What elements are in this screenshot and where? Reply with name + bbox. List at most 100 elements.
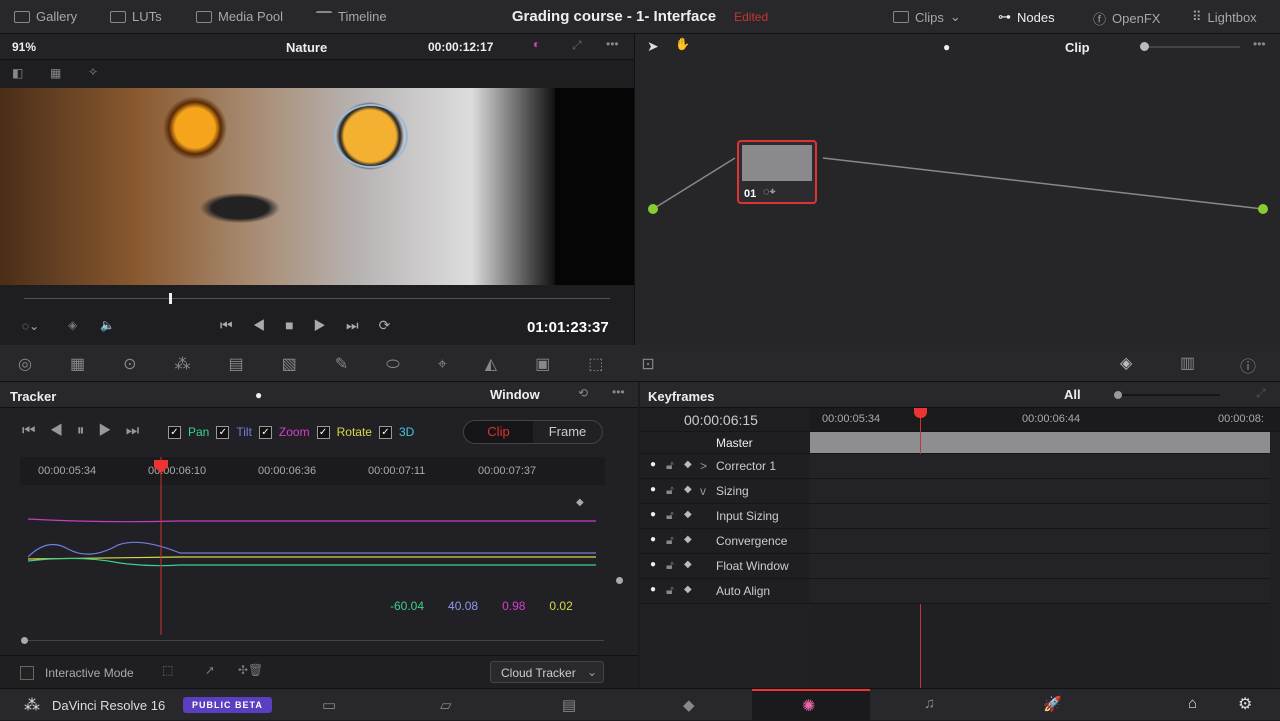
keyframe-diamond-icon[interactable]: ◆ <box>684 459 692 470</box>
color-page-button[interactable]: ✺ <box>752 689 870 721</box>
master-row[interactable]: Master <box>640 432 810 454</box>
nodes-button[interactable]: ⊶ Nodes <box>998 9 1055 25</box>
cloud-tracker-select[interactable]: Cloud Tracker ⌄ <box>490 661 604 683</box>
transport-controls[interactable]: ⏮◀■▶⏭⟳ <box>220 317 410 334</box>
track-transport[interactable]: ⏮◀⏸▶⏭ <box>22 422 153 439</box>
expand-chevron-icon[interactable]: > <box>700 459 707 473</box>
tracker-mode-select[interactable]: Window <box>490 387 540 402</box>
top-bar: Gallery LUTs Media Pool Timeline Grading… <box>0 0 1280 34</box>
lock-icon[interactable]: 🔓︎ <box>666 558 674 573</box>
magic-wand-icon[interactable]: ✧ <box>88 65 98 79</box>
clips-button[interactable]: Clips ⌄ <box>893 9 961 25</box>
color-icon[interactable]: ◐ <box>533 37 540 51</box>
keyframe-track-row[interactable]: ● 🔓︎ ◆ Convergence <box>640 529 810 554</box>
keyframes-filter-select[interactable]: All <box>1064 387 1081 402</box>
expand-icon[interactable]: ⤢ <box>1256 386 1266 401</box>
more-icon[interactable]: ••• <box>606 37 619 51</box>
keyframe-track-row[interactable]: ● 🔓︎ ◆ Float Window <box>640 554 810 579</box>
keyframe-diamond-icon[interactable]: ◆ <box>684 584 692 595</box>
color-page-icon: ✺ <box>802 698 816 715</box>
viewer[interactable] <box>0 88 634 285</box>
scopes-icon[interactable]: ▥ <box>1180 353 1195 373</box>
tracker-v-zoom[interactable] <box>616 577 623 584</box>
edit-page-icon[interactable]: ▤ <box>562 696 576 714</box>
keyframe-lane[interactable] <box>810 529 1270 554</box>
more-icon[interactable]: ••• <box>612 385 625 399</box>
keyframe-track-row[interactable]: ● 🔓︎ ◆ Input Sizing <box>640 504 810 529</box>
nodes-label: Nodes <box>1017 9 1055 25</box>
pointer-icon[interactable]: ➚ <box>205 663 215 677</box>
cut-page-icon[interactable]: ▱ <box>440 696 452 714</box>
deliver-page-icon[interactable]: 🚀 <box>1043 695 1062 713</box>
keyframe-diamond-icon[interactable]: ◆ <box>684 484 692 495</box>
visibility-dot-icon[interactable]: ● <box>650 559 656 570</box>
lock-icon[interactable]: 🔓︎ <box>666 483 674 498</box>
fairlight-page-icon[interactable]: ♫ <box>924 695 935 712</box>
3d-checkbox[interactable]: ✓ <box>378 425 392 439</box>
interactive-mode-checkbox[interactable] <box>20 666 34 680</box>
palette-icons[interactable]: ◎▦⊙⁂▤▧✎⬭⌖◭▣⬚⊡ <box>18 354 693 374</box>
info-icon[interactable]: ⓘ <box>1240 353 1256 377</box>
master-lane[interactable] <box>810 432 1270 454</box>
volume-icon[interactable]: 🔈 <box>100 318 115 332</box>
settings-gear-icon[interactable]: ⚙ <box>1238 694 1252 714</box>
zoom-checkbox[interactable]: ✓ <box>258 425 272 439</box>
openfx-button[interactable]: ⓕ OpenFX <box>1093 9 1160 28</box>
keyframe-diamond-icon[interactable]: ◆ <box>684 559 692 570</box>
clip-select[interactable]: Nature <box>286 40 327 55</box>
scrubber[interactable] <box>24 298 610 299</box>
visibility-dot-icon[interactable]: ● <box>650 509 656 520</box>
lock-icon[interactable]: 🔓︎ <box>666 508 674 523</box>
visibility-dot-icon[interactable]: ● <box>650 484 656 495</box>
node-01[interactable]: 01 ◌⌖ <box>737 140 817 204</box>
layers-icon[interactable]: ◈ <box>68 318 77 332</box>
track-label: Corrector 1 <box>716 459 777 473</box>
keyframe-lane[interactable] <box>810 504 1270 529</box>
lock-icon[interactable]: 🔓︎ <box>666 458 674 473</box>
keyframe-lane[interactable] <box>810 479 1270 504</box>
window-icon[interactable]: ◌⌄ <box>22 319 39 333</box>
keyframe-lane[interactable] <box>810 454 1270 479</box>
grid-view-icon[interactable]: ▦ <box>50 66 61 80</box>
node-editor[interactable]: ➤ ✋ ● Clip ••• <box>634 34 1280 345</box>
media-page-icon[interactable]: ▭ <box>322 696 336 714</box>
lock-icon[interactable]: 🔓︎ <box>666 583 674 598</box>
clip-mode-button[interactable]: Clip <box>464 421 533 443</box>
keyframe-diamond-icon[interactable]: ◆ <box>684 534 692 545</box>
scrubber-handle[interactable] <box>169 293 172 304</box>
lightbox-button[interactable]: ⠿ Lightbox <box>1192 9 1257 25</box>
keyframe-diamond-icon[interactable]: ◆ <box>684 509 692 520</box>
keyframe-lane[interactable] <box>810 579 1270 604</box>
nodes-icon: ⊶ <box>998 9 1011 24</box>
pan-checkbox[interactable]: ✓ <box>168 425 181 439</box>
frame-mode-button[interactable]: Frame <box>533 421 602 443</box>
cloud-tracker-label: Cloud Tracker <box>501 666 576 680</box>
add-point-icon[interactable]: ⬚ <box>162 663 173 677</box>
davinci-logo-icon: ⁂ <box>24 697 40 714</box>
fusion-page-icon[interactable]: ◆ <box>683 696 695 714</box>
expand-chevron-icon[interactable]: v <box>700 484 706 498</box>
visibility-dot-icon[interactable]: ● <box>650 459 656 470</box>
keyframes-zoom-slider[interactable] <box>1114 391 1220 399</box>
keyframe-track-row[interactable]: ● 🔓︎ ◆ Auto Align <box>640 579 810 604</box>
split-view-icon[interactable]: ◧ <box>12 66 23 80</box>
reset-icon[interactable]: ⟲ <box>578 386 588 400</box>
keyframes-ruler[interactable]: 00:00:05:34 00:00:06:44 00:00:08: <box>810 408 1280 432</box>
lock-icon[interactable]: 🔓︎ <box>666 533 674 548</box>
home-icon[interactable]: ⌂ <box>1188 695 1197 712</box>
window-circle-handle[interactable] <box>334 104 408 168</box>
delete-point-icon[interactable]: ✣🗑 <box>238 663 263 677</box>
tracker-h-scroll[interactable] <box>21 637 604 644</box>
rotate-checkbox[interactable]: ✓ <box>316 425 330 439</box>
source-timecode[interactable]: 00:00:12:17 <box>428 40 493 54</box>
visibility-dot-icon[interactable]: ● <box>650 584 656 595</box>
zoom-select[interactable]: 91% <box>12 40 36 54</box>
keyframes-icon[interactable]: ◈ <box>1120 353 1132 373</box>
keyframe-track-row[interactable]: ● 🔓︎ ◆ v Sizing <box>640 479 810 504</box>
fullscreen-icon[interactable]: ⤢ <box>572 38 582 53</box>
tilt-checkbox[interactable]: ✓ <box>216 425 230 439</box>
keyframe-lane[interactable] <box>810 554 1270 579</box>
keyframe-track-row[interactable]: ● 🔓︎ ◆ > Corrector 1 <box>640 454 810 479</box>
visibility-dot-icon[interactable]: ● <box>650 534 656 545</box>
current-timecode: 00:00:06:15 <box>684 412 758 428</box>
